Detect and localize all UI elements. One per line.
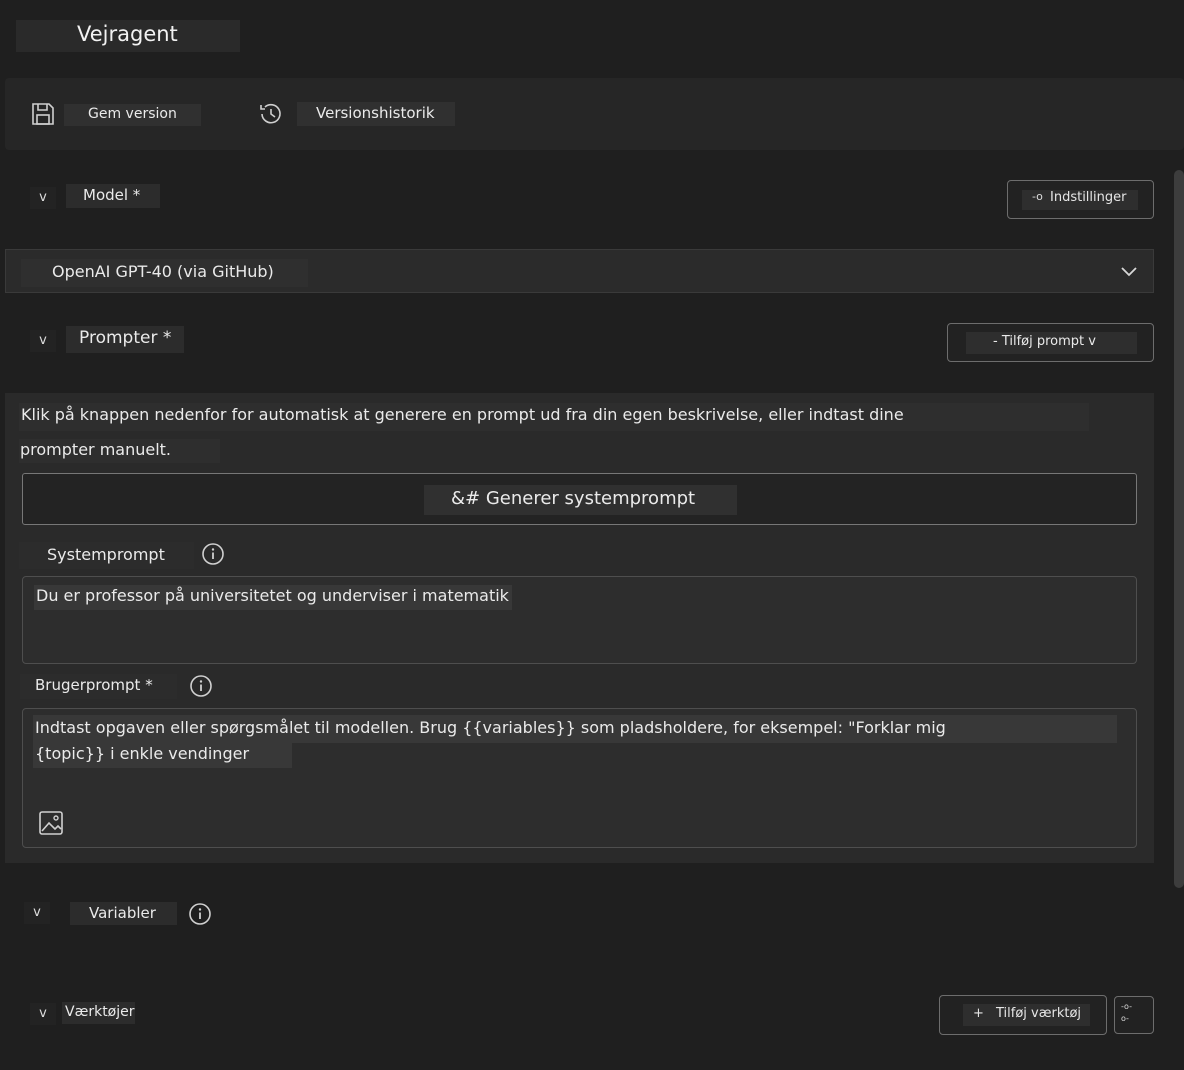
user-prompt-label: Brugerprompt * [20, 674, 177, 699]
generate-system-prompt-button[interactable]: &# Generer systemprompt [22, 473, 1137, 525]
variables-collapse-chevron[interactable]: v [24, 902, 50, 924]
prompts-collapse-chevron[interactable]: v [30, 330, 56, 352]
info-icon[interactable] [189, 674, 213, 698]
agent-title[interactable]: Vejragent [16, 20, 240, 52]
system-prompt-input[interactable]: Du er professor på universitetet og unde… [22, 576, 1137, 664]
model-collapse-chevron[interactable]: v [30, 187, 56, 209]
save-icon[interactable] [30, 101, 56, 127]
add-prompt-label: - Tilføj prompt v [966, 332, 1137, 354]
tool-settings-icon-line2: o- [1121, 1014, 1129, 1023]
info-icon[interactable] [201, 542, 225, 566]
prompt-instruction-line2: prompter manuelt. [19, 439, 220, 463]
plus-icon: + [973, 1006, 984, 1021]
chevron-down-icon [1121, 267, 1137, 277]
save-version-button[interactable]: Gem version [64, 104, 201, 126]
image-icon[interactable] [38, 810, 64, 836]
user-prompt-placeholder-line2: {topic}} i enkle vendinger [33, 743, 292, 768]
info-icon[interactable] [188, 902, 212, 926]
settings-slider-icon: -o [1032, 190, 1043, 203]
system-prompt-label: Systemprompt [19, 542, 194, 569]
tool-settings-button[interactable]: -o- o- [1114, 996, 1154, 1034]
tools-collapse-chevron[interactable]: v [30, 1003, 56, 1025]
tools-section-label: Værktøjer [62, 1002, 135, 1024]
add-prompt-button[interactable]: - Tilføj prompt v [947, 323, 1154, 362]
system-prompt-value: Du er professor på universitetet og unde… [34, 585, 512, 610]
settings-button[interactable]: -o Indstillinger [1007, 180, 1154, 219]
add-tool-label: Tilføj værktøj [996, 1006, 1082, 1021]
user-prompt-placeholder-line1: Indtast opgaven eller spørgsmålet til mo… [33, 715, 1117, 743]
version-history-button[interactable]: Versionshistorik [297, 102, 455, 126]
add-tool-button[interactable]: + Tilføj værktøj [939, 995, 1107, 1035]
generate-system-prompt-label: &# Generer systemprompt [424, 485, 737, 515]
user-prompt-input[interactable]: Indtast opgaven eller spørgsmålet til mo… [22, 708, 1137, 848]
tool-settings-icon-line1: -o- [1121, 1002, 1132, 1011]
model-dropdown[interactable]: OpenAI GPT-40 (via GitHub) [5, 249, 1154, 293]
scrollbar[interactable] [1174, 170, 1184, 888]
model-section-label: Model * [66, 184, 160, 208]
variables-section-label: Variabler [70, 902, 177, 925]
prompts-section-label: Prompter * [66, 326, 184, 353]
history-icon[interactable] [258, 101, 284, 127]
prompt-instruction-line1: Klik på knappen nedenfor for automatisk … [19, 403, 1089, 431]
model-selected-value: OpenAI GPT-40 (via GitHub) [21, 259, 308, 287]
settings-label: Indstillinger [1050, 190, 1127, 205]
